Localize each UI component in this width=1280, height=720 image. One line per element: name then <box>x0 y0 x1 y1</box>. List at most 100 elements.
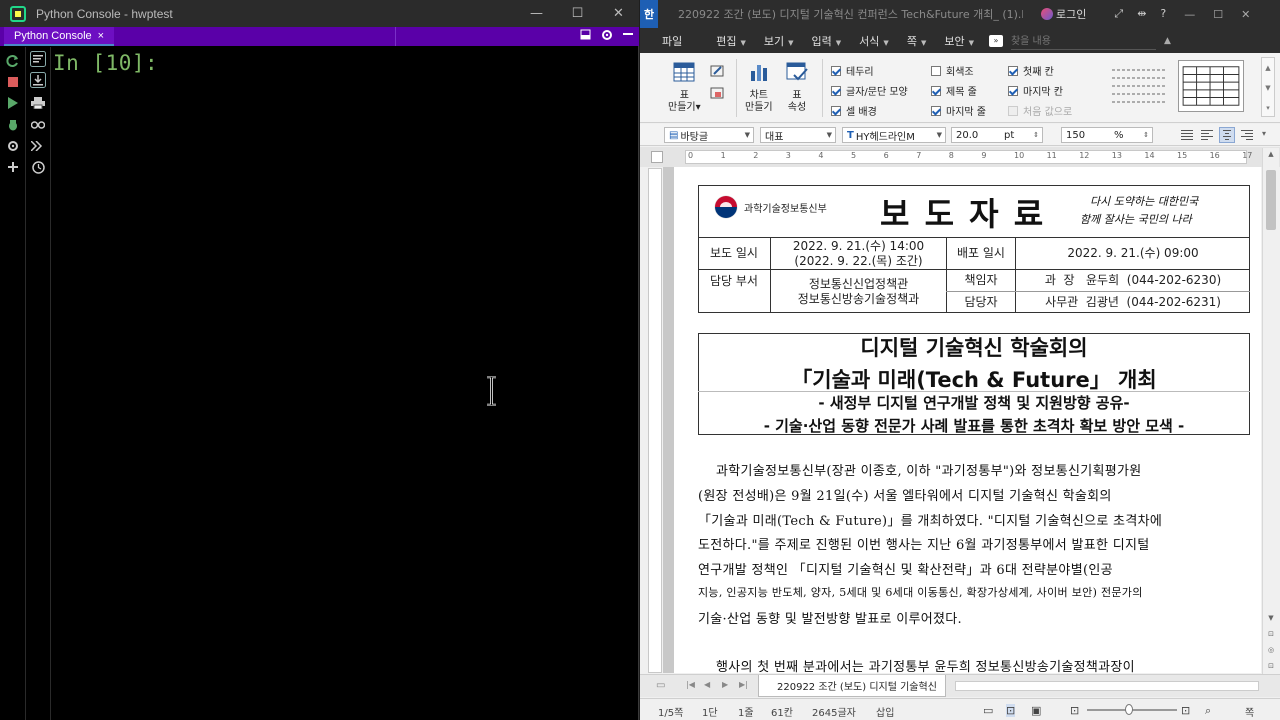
style-select[interactable]: ▤ 바탕글 ▼ <box>664 127 754 143</box>
console-prompt[interactable]: In [10]: <box>53 51 158 75</box>
document-canvas[interactable]: 과학기술정보통신부 보 도 자 료 다시 도약하는 대한민국 함께 잘사는 국민… <box>663 167 1261 673</box>
check-first-col[interactable]: 첫째 칸 <box>1008 63 1054 78</box>
zoom-slider-thumb[interactable] <box>1125 704 1133 715</box>
menu-edit[interactable]: 편집 ▼ <box>707 33 755 49</box>
tab-document[interactable]: 220922 조간 (보도) 디지털 기술혁신 <box>758 675 946 697</box>
menu-format[interactable]: 서식 ▼ <box>850 33 898 49</box>
split-view-icon[interactable]: ⇹ <box>1137 7 1146 21</box>
label-responsible: 책임자 <box>964 273 998 287</box>
align-right-icon[interactable] <box>1239 127 1255 143</box>
soft-wrap-icon[interactable] <box>30 51 46 67</box>
more-menu-icon[interactable]: » <box>988 34 1003 47</box>
magnifier-icon[interactable]: ⌕ <box>1205 704 1211 718</box>
find-input[interactable]: 찾을 내용 <box>1010 32 1156 50</box>
hwp-minimize-button[interactable]: — <box>1184 8 1195 21</box>
check-border[interactable]: 테두리 <box>831 63 874 78</box>
fullscreen-icon[interactable]: ⤢ <box>1114 7 1123 21</box>
add-icon[interactable] <box>5 159 21 175</box>
responsible-value: 과 장 윤두희 (044-202-6230) <box>1044 273 1222 287</box>
status-page: 1/5쪽 <box>658 708 684 719</box>
hwp-close-button[interactable]: ✕ <box>1241 8 1250 21</box>
minimize-button[interactable]: — <box>516 0 557 27</box>
settings-icon[interactable] <box>5 138 21 154</box>
stop-icon[interactable] <box>5 74 21 90</box>
table-props-button[interactable]: 표 속성 <box>786 61 808 114</box>
scroll-thumb[interactable] <box>1266 170 1276 230</box>
view-fit-icon[interactable]: ▣ <box>1031 704 1041 717</box>
first-tab-icon[interactable]: |◀ <box>686 680 695 689</box>
table-eraser-icon[interactable] <box>710 87 724 102</box>
ruler-tick: 0 <box>688 151 694 160</box>
prev-tab-icon[interactable]: ◀ <box>704 680 710 689</box>
menu-view[interactable]: 보기 ▼ <box>755 33 803 49</box>
gov-emblem-icon <box>714 195 738 219</box>
check-last-col[interactable]: 마지막 칸 <box>1008 83 1063 98</box>
show-variables-icon[interactable] <box>30 117 46 133</box>
scroll-down-icon: ▼ <box>1268 614 1274 622</box>
format-more-icon[interactable]: ▾ <box>1262 129 1266 138</box>
view-page-icon[interactable]: ⊡ <box>1006 704 1016 717</box>
debug-bug-icon[interactable] <box>5 117 21 133</box>
zoom-input[interactable]: 150% ⇕ <box>1061 127 1153 143</box>
menu-security[interactable]: 보안 ▼ <box>935 33 983 49</box>
run-icon[interactable] <box>5 95 21 111</box>
language-select[interactable]: 대표 ▼ <box>760 127 836 143</box>
restore-layout-icon[interactable] <box>580 29 591 44</box>
align-justify-icon[interactable] <box>1179 127 1195 143</box>
help-icon[interactable]: ? <box>1160 7 1166 21</box>
maximize-button[interactable]: ☐ <box>557 0 598 27</box>
login-button[interactable]: 로그인 <box>1041 6 1086 22</box>
hwp-format-toolbar: ▤ 바탕글 ▼ 대표 ▼ T HY헤드라인M ▼ 20.0 pt ⇕ 150% ⇕ ▾ <box>640 124 1280 146</box>
ruler-tick: 2 <box>753 151 759 160</box>
ruler-tick: 9 <box>981 151 987 160</box>
rerun-icon[interactable] <box>5 53 21 69</box>
scroll-to-end-icon[interactable] <box>30 72 46 88</box>
table-style-preview-1[interactable] <box>1106 60 1172 112</box>
check-title-row[interactable]: 제목 줄 <box>931 83 977 98</box>
style-gallery-scroll[interactable]: ▲ ▼ ▾ <box>1261 57 1275 117</box>
body-line-6: 지능, 인공지능 반도체, 양자, 5세대 및 6세대 이동통신, 확장가상세계… <box>698 586 1143 599</box>
menu-file[interactable]: 파일 <box>640 33 707 49</box>
align-left-icon[interactable] <box>1199 127 1215 143</box>
view-normal-icon[interactable]: ▭ <box>983 704 993 717</box>
tab-close-icon[interactable]: × <box>98 30 104 42</box>
align-center-icon[interactable] <box>1219 127 1235 143</box>
console-second-toolbar <box>26 47 51 720</box>
table-style-preview-2[interactable] <box>1178 60 1244 112</box>
hide-panel-icon[interactable] <box>623 29 633 44</box>
close-button[interactable]: ✕ <box>598 0 639 27</box>
font-size-input[interactable]: 20.0 pt ⇕ <box>951 127 1043 143</box>
table-style-icon[interactable] <box>710 65 724 80</box>
check-cell-bg[interactable]: 셀 배경 <box>831 103 877 118</box>
zoom-out-icon[interactable]: ⊡ <box>1070 704 1079 717</box>
menu-insert[interactable]: 입력 ▼ <box>803 33 851 49</box>
chart-make-button[interactable]: 차트 만들기 <box>745 61 773 114</box>
menu-page[interactable]: 쪽 ▼ <box>898 33 936 49</box>
tab-list-icon[interactable]: ▭ <box>656 680 665 691</box>
font-select[interactable]: T HY헤드라인M ▼ <box>842 127 946 143</box>
hwp-maximize-button[interactable]: ☐ <box>1213 8 1223 21</box>
tab-python-console[interactable]: Python Console × <box>4 27 115 46</box>
last-tab-icon[interactable]: ▶| <box>739 680 748 689</box>
vertical-scrollbar[interactable]: ▲ ▼ ⊡ ◎ ⊡ <box>1262 148 1279 674</box>
print-icon[interactable] <box>30 95 46 111</box>
next-tab-icon[interactable]: ▶ <box>722 680 728 689</box>
zoom-in-icon[interactable]: ⊡ <box>1181 704 1190 717</box>
check-char-para[interactable]: 글자/문단 모양 <box>831 83 908 98</box>
table-make-button[interactable]: 표 만들기▾ <box>668 61 701 114</box>
check-grayscale[interactable]: 회색조 <box>931 63 974 78</box>
settings-gear-icon[interactable] <box>601 29 613 44</box>
ruler-tick: 4 <box>818 151 824 160</box>
ruler-corner <box>651 151 663 163</box>
document-tabs-row: ▭ |◀ ◀ ▶ ▶| 220922 조간 (보도) 디지털 기술혁신 <box>640 674 1280 697</box>
horizontal-scrollbar[interactable] <box>955 681 1259 691</box>
collapse-ribbon-icon[interactable]: ▲ <box>1164 36 1171 46</box>
reset-default-button[interactable]: 처음 값으로 <box>1008 103 1072 118</box>
history-clock-icon[interactable] <box>30 159 46 175</box>
tab-divider <box>395 27 396 46</box>
command-queue-icon[interactable] <box>30 138 46 154</box>
check-last-row[interactable]: 마지막 줄 <box>931 103 986 118</box>
document-page[interactable]: 과학기술정보통신부 보 도 자 료 다시 도약하는 대한민국 함께 잘사는 국민… <box>674 167 1261 673</box>
status-chars: 2645글자 <box>812 708 856 719</box>
status-zoom-label[interactable]: 쪽 <box>1245 704 1254 719</box>
